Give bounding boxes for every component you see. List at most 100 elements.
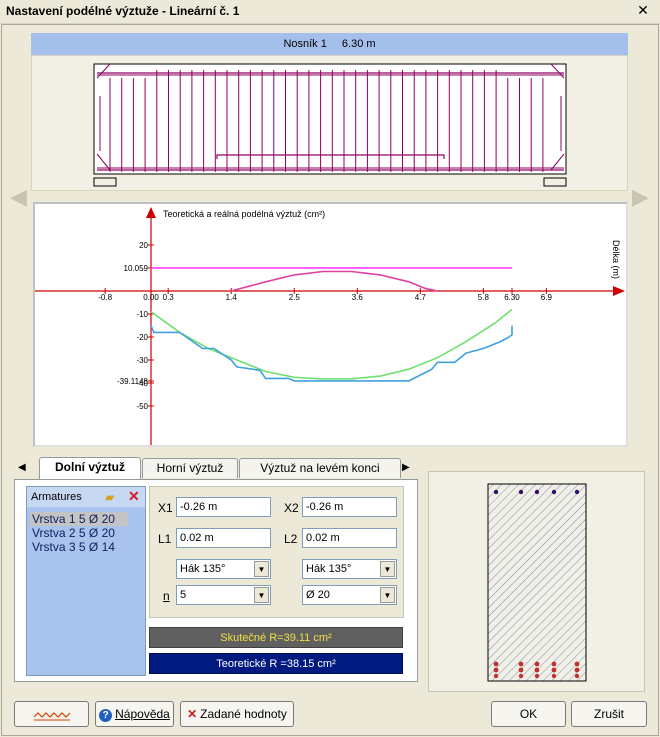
- y-tick-label: 20: [139, 241, 148, 250]
- title-bar: Nastavení podélné výztuže - Lineární č. …: [0, 0, 660, 24]
- bottom-bar: [551, 661, 557, 667]
- entered-values-button-label: Zadané hodnoty: [200, 707, 287, 721]
- hook-left-value: Hák 135°: [180, 563, 226, 575]
- top-bar: [574, 489, 580, 495]
- tab-dolni-vyztuz[interactable]: Dolní výztuž: [39, 457, 141, 479]
- bottom-bar: [518, 661, 524, 667]
- l2-field[interactable]: 0.02 m: [302, 528, 397, 548]
- series-line-2: [150, 308, 513, 380]
- series-line-1: [230, 270, 438, 292]
- x2-label: X2: [284, 501, 299, 515]
- chevron-down-icon[interactable]: ▼: [380, 561, 395, 577]
- help-button[interactable]: ? Nápověda: [95, 701, 174, 727]
- chart-title: Teoretická a reálná podélná výztuž (cm²): [163, 209, 325, 219]
- l2-label: L2: [284, 532, 298, 546]
- l1-field[interactable]: 0.02 m: [176, 528, 271, 548]
- tab-scroll-left-icon[interactable]: ◀: [18, 462, 26, 473]
- beam-outline: [93, 63, 567, 175]
- chevron-down-icon[interactable]: ▼: [254, 561, 269, 577]
- tab-vyztuz-na-levem-konci[interactable]: Výztuž na levém konci: [239, 458, 401, 478]
- bottom-bar: [534, 661, 540, 667]
- real-reinforcement-status: Skutečné R=39.11 cm²: [149, 627, 403, 648]
- y-tick-label: 10.059: [124, 264, 149, 273]
- support-right: [543, 177, 567, 187]
- chevron-down-icon[interactable]: ▼: [380, 587, 395, 603]
- bottom-bar: [493, 661, 499, 667]
- x-tick-label: 1.4: [226, 293, 238, 302]
- diameter-select[interactable]: Ø 20 ▼: [302, 585, 397, 605]
- cross-section-view: [428, 471, 645, 692]
- entered-values-button[interactable]: ✕ Zadané hodnoty: [180, 701, 294, 727]
- x-tick-label: 0.3: [163, 293, 175, 302]
- chevron-down-icon[interactable]: ▼: [254, 587, 269, 603]
- delete-icon[interactable]: ✕: [128, 488, 140, 505]
- close-icon[interactable]: ✕: [636, 3, 650, 18]
- previous-beam-icon[interactable]: ◀: [10, 184, 27, 210]
- bottom-bar: [534, 673, 540, 679]
- y-tick-label: -30: [136, 356, 148, 365]
- top-bar: [493, 489, 499, 495]
- ok-button[interactable]: OK: [491, 701, 566, 727]
- x-tick-label: -0.8: [98, 293, 112, 302]
- x-tick-label: 0.00: [143, 293, 159, 302]
- cancel-button[interactable]: Zrušit: [571, 701, 647, 727]
- y-tick-label: -40: [136, 379, 148, 388]
- list-item[interactable]: Vrstva 3 5 Ø 14: [30, 540, 142, 554]
- hook-left-select[interactable]: Hák 135° ▼: [176, 559, 271, 579]
- hook-right-value: Hák 135°: [306, 563, 352, 575]
- tab-horni-vyztuz[interactable]: Horní výztuž: [142, 458, 238, 478]
- y-tick-label: -20: [136, 333, 148, 342]
- beam-elevation-view: [31, 55, 628, 191]
- x-tick-label: 5.8: [478, 293, 490, 302]
- armatures-header: Armatures ▰ ✕: [27, 487, 145, 507]
- folder-icon[interactable]: ▰: [105, 490, 114, 504]
- x2-field[interactable]: -0.26 m: [302, 497, 397, 517]
- chart-xlabel: Délka (m): [611, 240, 621, 279]
- beam-length: 6.30 m: [341, 38, 376, 50]
- n-label: n: [163, 589, 170, 603]
- y-tick-label: -10: [136, 310, 148, 319]
- support-left: [93, 177, 117, 187]
- x-tick-label: 6.9: [541, 293, 553, 302]
- reinforcement-chart-svg: Teoretická a reálná podélná výztuž (cm²)…: [35, 207, 625, 445]
- moment-diagram-icon: [33, 711, 70, 721]
- x-axis-arrow: [613, 286, 625, 296]
- next-beam-icon[interactable]: ▶: [632, 184, 649, 210]
- x1-field[interactable]: -0.26 m: [176, 497, 271, 517]
- diameter-value: Ø 20: [306, 589, 330, 601]
- cross-icon: ✕: [187, 707, 198, 721]
- hook-right-select[interactable]: Hák 135° ▼: [302, 559, 397, 579]
- x1-label: X1: [158, 501, 173, 515]
- count-select[interactable]: 5 ▼: [176, 585, 271, 605]
- tab-scroll-right-icon[interactable]: ▶: [402, 462, 410, 473]
- parameters-panel: X1 -0.26 m X2 -0.26 m L1 0.02 m L2 0.02 …: [149, 486, 404, 618]
- theoretical-reinforcement-status: Teoretické R =38.15 cm²: [149, 653, 403, 674]
- cross-section-drawing: [487, 483, 587, 682]
- bottom-bar: [518, 667, 524, 673]
- window-title: Nastavení podélné výztuže - Lineární č. …: [6, 4, 240, 18]
- armatures-list: Vrstva 1 5 Ø 20 Vrstva 2 5 Ø 20 Vrstva 3…: [30, 512, 142, 554]
- bottom-bar: [518, 673, 524, 679]
- x-tick-label: 2.5: [289, 293, 301, 302]
- list-item[interactable]: Vrstva 1 5 Ø 20: [30, 512, 128, 526]
- reinforcement-chart: Teoretická a reálná podélná výztuž (cm²)…: [33, 202, 628, 447]
- bottom-bar: [574, 661, 580, 667]
- count-value: 5: [180, 589, 187, 601]
- bottom-bar: [534, 667, 540, 673]
- beam-header: Nosník 1 6.30 m: [31, 33, 628, 55]
- y-axis-arrow: [146, 207, 156, 218]
- list-item[interactable]: Vrstva 2 5 Ø 20: [30, 526, 142, 540]
- moment-diagram-button[interactable]: [14, 701, 89, 727]
- series-line-3: [150, 325, 513, 382]
- help-icon: ?: [99, 709, 113, 722]
- beam-name: Nosník 1: [283, 38, 327, 50]
- top-bar: [551, 489, 557, 495]
- bottom-bar: [574, 667, 580, 673]
- bottom-bar: [551, 673, 557, 679]
- x-tick-label: 6.30: [504, 293, 520, 302]
- x-tick-label: 4.7: [415, 293, 427, 302]
- top-bar: [534, 489, 540, 495]
- bottom-bar: [574, 673, 580, 679]
- bottom-bar: [551, 667, 557, 673]
- help-button-label: Nápověda: [115, 707, 170, 721]
